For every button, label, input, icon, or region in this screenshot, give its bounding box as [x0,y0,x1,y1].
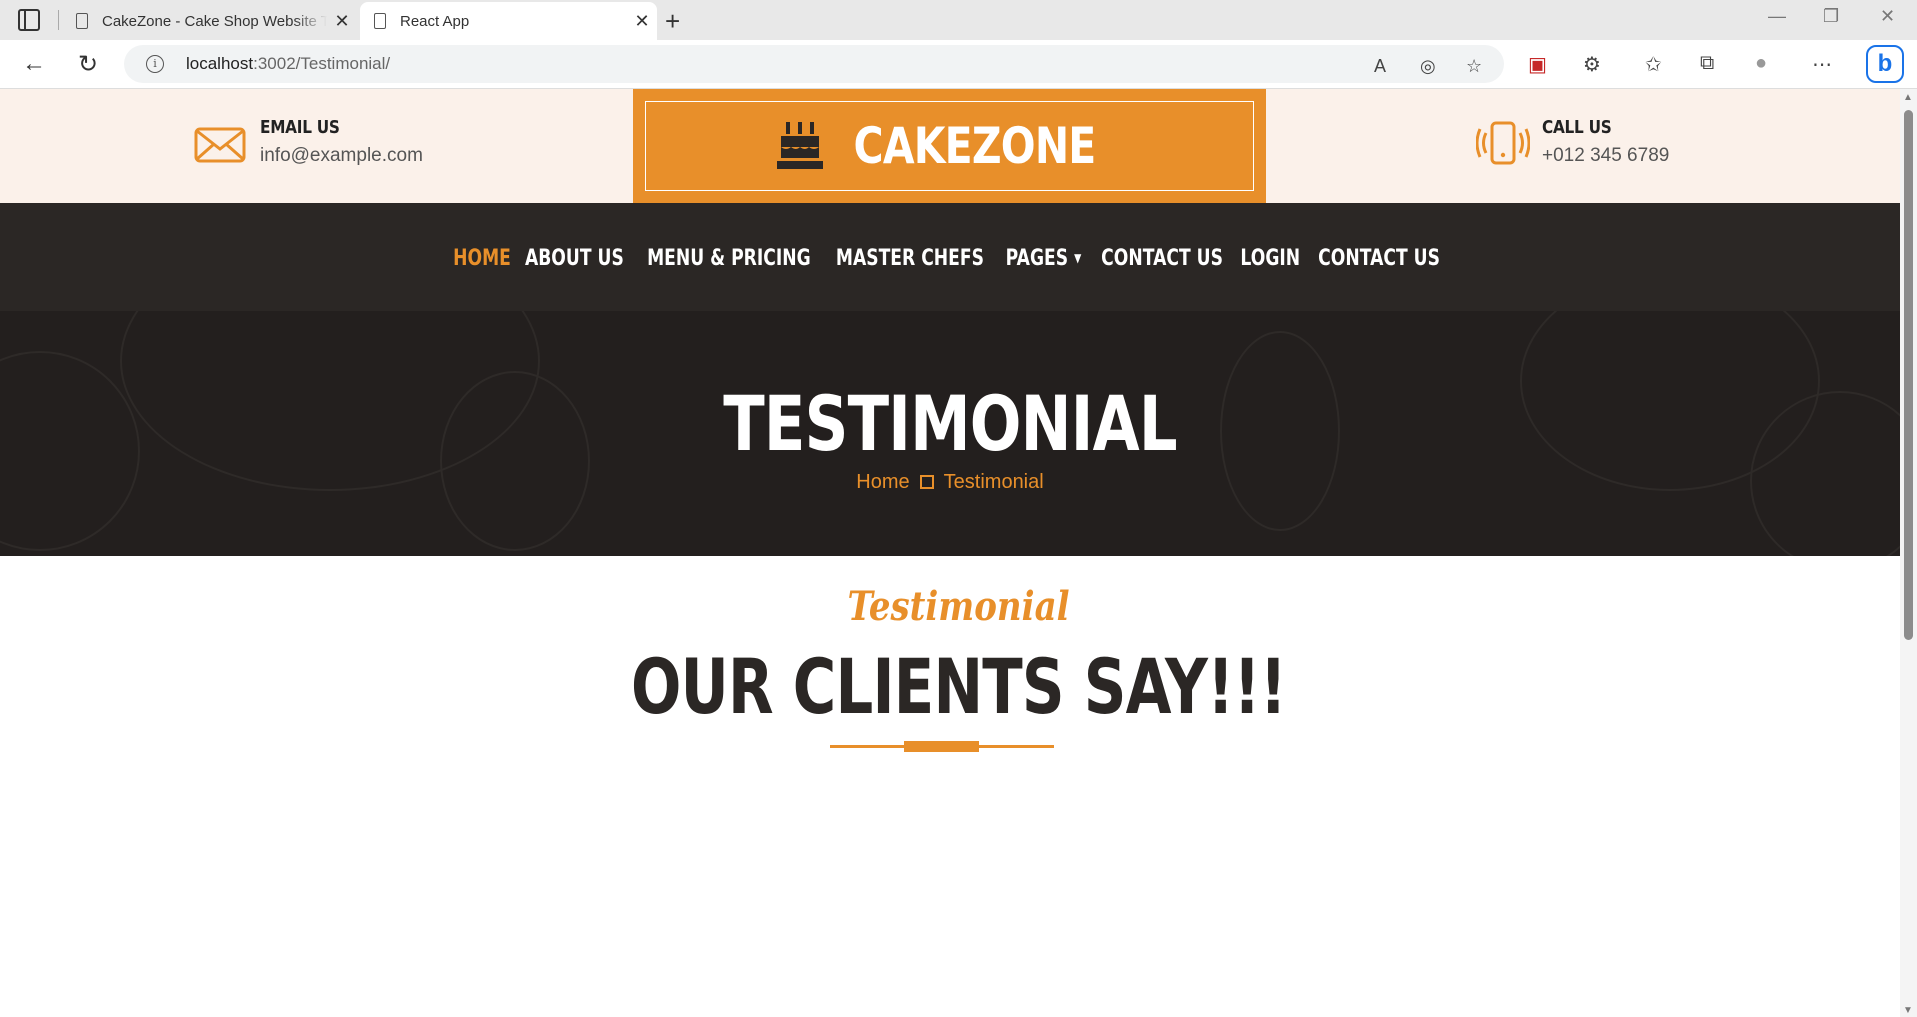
new-tab-icon[interactable]: + [665,6,680,37]
tracking-icon[interactable]: ◎ [1420,56,1436,77]
close-icon[interactable]: ✕ [327,11,357,32]
nav-home[interactable]: HOME [453,246,511,271]
url-text: localhost:3002/Testimonial/ [186,54,391,73]
call-label: CALL US [1542,117,1612,138]
breadcrumb-current: Testimonial [943,471,1044,493]
nav-master-chefs[interactable]: MASTER CHEFS [836,246,984,271]
square-icon [919,475,934,489]
breadcrumb: Home Testimonial [0,471,1900,494]
bing-icon[interactable]: b [1866,45,1904,83]
page-viewport: EMAIL US info@example.com CAKEZONE CALL … [0,89,1900,1017]
background-pattern [0,351,140,551]
browser-tab-cakezone[interactable]: CakeZone - Cake Shop Website Template ✕ [62,2,357,40]
reload-icon[interactable]: ↻ [78,50,98,79]
cake-icon [776,122,823,169]
read-aloud-icon[interactable]: A [1374,56,1386,77]
email-label: EMAIL US [260,117,340,138]
address-bar[interactable]: i localhost:3002/Testimonial/ A ◎ ☆ [124,45,1504,83]
scrollbar-thumb[interactable] [1904,110,1913,640]
scroll-up-icon[interactable]: ▲ [1903,92,1913,103]
tab-separator [58,10,59,30]
extension-icon[interactable]: ▣ [1528,52,1547,77]
email-value[interactable]: info@example.com [260,145,423,167]
tab-title: React App [400,12,470,30]
logo[interactable]: CAKEZONE [633,89,1266,203]
phone-icon [1476,121,1530,165]
browser-tab-strip: CakeZone - Cake Shop Website Template ✕ … [0,0,1917,40]
envelope-icon [194,127,246,163]
phone-contact: CALL US +012 345 6789 [1476,117,1669,171]
nav-contact-us-2[interactable]: CONTACT US [1318,246,1440,271]
nav-menu-pricing[interactable]: MENU & PRICING [647,246,811,271]
section-title: OUR CLIENTS SAY!!! [631,642,1287,731]
section-subtitle: Testimonial [847,583,1070,630]
page-icon [76,13,88,29]
call-value[interactable]: +012 345 6789 [1542,145,1669,167]
add-favorite-icon[interactable]: ☆ [1466,56,1482,77]
more-icon[interactable]: ⋯ [1812,52,1832,77]
title-divider-accent [904,741,979,752]
page-header-hero: TESTIMONIAL Home Testimonial [0,311,1900,556]
minimize-icon[interactable]: — [1768,6,1786,27]
profile-icon[interactable]: ● [1755,52,1767,75]
extensions-icon[interactable]: ⚙ [1583,52,1601,77]
email-contact: EMAIL US info@example.com [194,117,423,171]
browser-tab-react-app[interactable]: React App ✕ [360,2,657,40]
top-contact-bar: EMAIL US info@example.com CAKEZONE CALL … [0,89,1900,203]
window-close-icon[interactable]: ✕ [1880,6,1895,27]
nav-login[interactable]: LOGIN [1241,246,1301,271]
scroll-down-icon[interactable]: ▼ [1903,1005,1913,1016]
caret-down-icon: ▼ [1074,251,1082,265]
page-icon [374,13,386,29]
nav-contact-us[interactable]: CONTACT US [1101,246,1223,271]
logo-text: CAKEZONE [853,117,1097,175]
close-icon[interactable]: ✕ [627,11,657,32]
tab-actions-icon[interactable] [18,9,40,31]
favorites-icon[interactable]: ✩ [1645,52,1662,77]
back-icon[interactable]: ← [22,50,46,78]
nav-about-us[interactable]: ABOUT US [525,246,624,271]
page-title: TESTIMONIAL [723,379,1177,468]
tab-title: CakeZone - Cake Shop Website Template [102,12,327,30]
collections-icon[interactable]: ⧉ [1700,52,1714,75]
site-info-icon[interactable]: i [146,55,164,73]
browser-toolbar: ← ↻ i localhost:3002/Testimonial/ A ◎ ☆ … [0,40,1917,89]
nav-pages[interactable]: PAGES ▼ [1006,246,1082,271]
restore-icon[interactable]: ❐ [1823,6,1839,27]
breadcrumb-home[interactable]: Home [856,471,909,493]
main-nav: HOME ABOUT US MENU & PRICING MASTER CHEF… [0,203,1900,311]
